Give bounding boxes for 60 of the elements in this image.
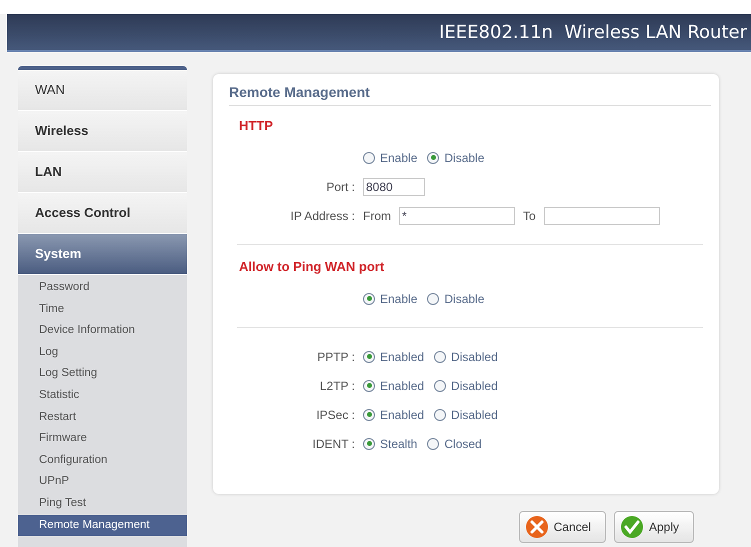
section-heading: Allow to Ping WAN port	[239, 259, 386, 274]
submenu-item[interactable]: Log	[18, 342, 187, 364]
radio-button[interactable]	[363, 408, 375, 420]
radio-option[interactable]: Enabled	[363, 378, 424, 392]
radio-button[interactable]	[427, 152, 440, 164]
radio-option[interactable]: Enable	[363, 292, 418, 306]
submenu-item[interactable]: Password	[18, 277, 187, 299]
field-label: Port :	[326, 180, 355, 194]
radio-button[interactable]	[427, 292, 440, 304]
from-label: From	[363, 208, 391, 222]
field-label: IPSec :	[316, 408, 355, 422]
radio-option[interactable]: Disable	[427, 292, 484, 306]
panel-title: Remote Management	[229, 84, 711, 106]
port-field[interactable]: 8080	[363, 178, 425, 196]
submenu-item[interactable]: Device Information	[18, 320, 187, 342]
radio-option[interactable]: Disable	[427, 150, 484, 164]
submenu-item[interactable]: Ping Test	[18, 492, 187, 515]
submenu-item[interactable]: Log Setting	[18, 363, 187, 385]
radio-button[interactable]	[434, 350, 446, 362]
radio-option[interactable]: Disabled	[434, 350, 498, 364]
radio-option[interactable]: Closed	[427, 436, 482, 450]
radio-button[interactable]	[363, 380, 375, 392]
submenu-item[interactable]: Configuration	[18, 450, 187, 472]
cancel-button[interactable]: Cancel	[518, 511, 606, 543]
radio-button[interactable]	[434, 408, 446, 420]
submenu-item[interactable]: Remote Management	[18, 514, 187, 536]
sidebar-item[interactable]: LAN	[18, 152, 187, 193]
radio-button[interactable]	[363, 350, 375, 362]
field-label: L2TP :	[320, 378, 355, 392]
submenu-item[interactable]: UPnP	[18, 471, 187, 493]
cross-icon	[524, 515, 549, 539]
radio-option[interactable]: Enabled	[363, 350, 424, 364]
radio-button[interactable]	[427, 438, 440, 450]
radio-option[interactable]: Disabled	[434, 378, 498, 392]
radio-option[interactable]: Enable	[363, 150, 418, 164]
sidebar-item[interactable]: WAN	[18, 70, 187, 111]
radio-button[interactable]	[434, 380, 446, 392]
ip-from-field[interactable]: *	[399, 206, 515, 224]
radio-option[interactable]: Enabled	[363, 408, 424, 422]
field-label: IDENT :	[312, 436, 355, 450]
field-label: IP Address :	[290, 208, 355, 222]
sidebar-item[interactable]: System	[18, 234, 187, 275]
submenu-item[interactable]: Statistic	[18, 384, 187, 407]
submenu-item[interactable]: Time	[18, 298, 187, 320]
sidebar-item[interactable]: Access Control	[18, 193, 187, 234]
submenu-item[interactable]: Firmware	[18, 428, 187, 450]
radio-option[interactable]: Stealth	[363, 436, 418, 450]
ip-to-field[interactable]	[544, 206, 660, 224]
section-heading: HTTP	[239, 118, 274, 133]
sidebar-item[interactable]: Wireless	[18, 111, 187, 152]
field-label: PPTP :	[317, 350, 355, 364]
radio-option[interactable]: Disabled	[434, 408, 498, 422]
submenu-item[interactable]: Restart	[18, 406, 187, 428]
radio-button[interactable]	[363, 292, 375, 304]
router-title: IEEE802.11n Wireless LAN Router	[439, 22, 747, 42]
to-label: To	[523, 208, 536, 222]
apply-button[interactable]: Apply	[614, 511, 694, 543]
radio-button[interactable]	[363, 438, 375, 450]
radio-button[interactable]	[363, 152, 375, 164]
checkmark-icon	[620, 515, 644, 539]
